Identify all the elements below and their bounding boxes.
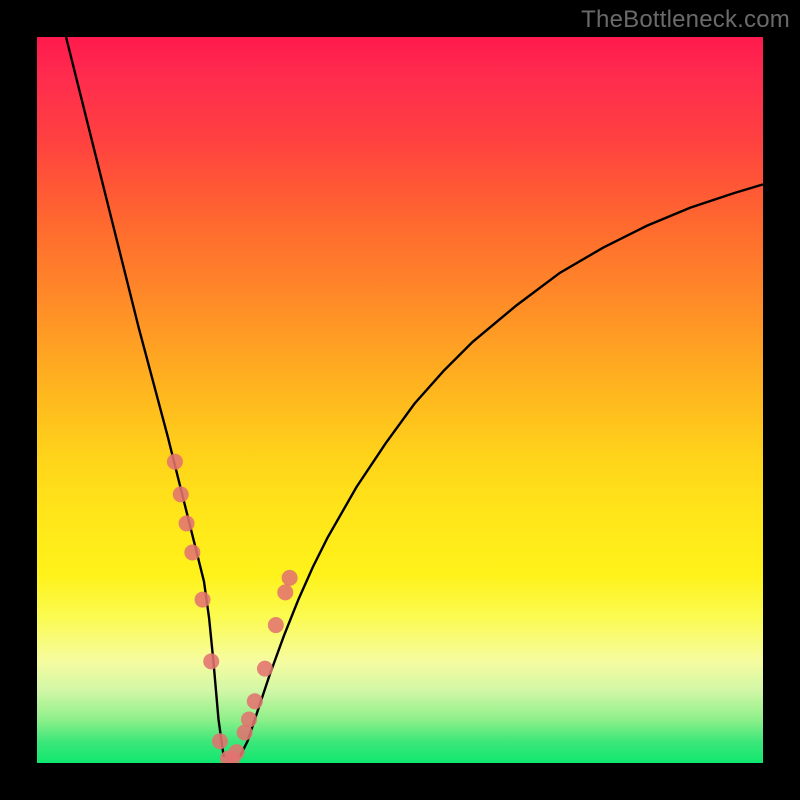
scatter-dot [229, 744, 245, 760]
scatter-dots [167, 454, 298, 763]
scatter-dot [179, 515, 195, 531]
bottleneck-curve [66, 37, 763, 759]
scatter-dot [282, 570, 298, 586]
scatter-dot [167, 454, 183, 470]
chart-svg [37, 37, 763, 763]
scatter-dot [247, 693, 263, 709]
scatter-dot [173, 486, 189, 502]
scatter-dot [203, 653, 219, 669]
chart-frame: TheBottleneck.com [0, 0, 800, 800]
scatter-dot [268, 617, 284, 633]
scatter-dot [184, 544, 200, 560]
scatter-dot [257, 661, 273, 677]
scatter-dot [277, 584, 293, 600]
scatter-dot [212, 733, 228, 749]
scatter-dot [195, 592, 211, 608]
watermark-text: TheBottleneck.com [581, 6, 790, 34]
plot-area [37, 37, 763, 763]
scatter-dot [241, 711, 257, 727]
